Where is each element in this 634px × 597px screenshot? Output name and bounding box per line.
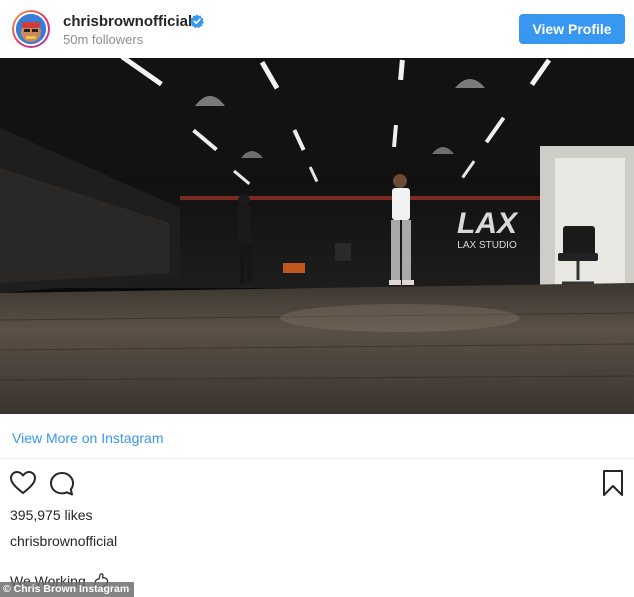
- heart-icon[interactable]: [10, 471, 36, 500]
- avatar[interactable]: [12, 10, 50, 48]
- bookmark-icon[interactable]: [603, 470, 623, 501]
- avatar-image: [16, 14, 46, 44]
- dance-studio-video-frame: LAX LAX STUDIO: [0, 58, 634, 414]
- comment-icon[interactable]: [49, 471, 75, 502]
- svg-text:LAX: LAX: [457, 207, 519, 240]
- post-header: chrisbrownofficial 50m followers View Pr…: [0, 0, 634, 60]
- like-count: 395,975 likes: [10, 507, 93, 523]
- view-more-link[interactable]: View More on Instagram: [12, 430, 163, 446]
- post-video[interactable]: LAX LAX STUDIO: [0, 58, 634, 414]
- caption-username[interactable]: chrisbrownofficial: [10, 533, 117, 549]
- divider: [0, 458, 634, 459]
- profile-username[interactable]: chrisbrownofficial: [63, 13, 192, 30]
- verified-badge-icon: [190, 14, 204, 28]
- view-profile-button[interactable]: View Profile: [519, 14, 625, 44]
- studio-logo-text: LAX STUDIO: [457, 240, 517, 251]
- image-credit-watermark: © Chris Brown Instagram: [0, 582, 135, 597]
- follower-count: 50m followers: [63, 32, 144, 47]
